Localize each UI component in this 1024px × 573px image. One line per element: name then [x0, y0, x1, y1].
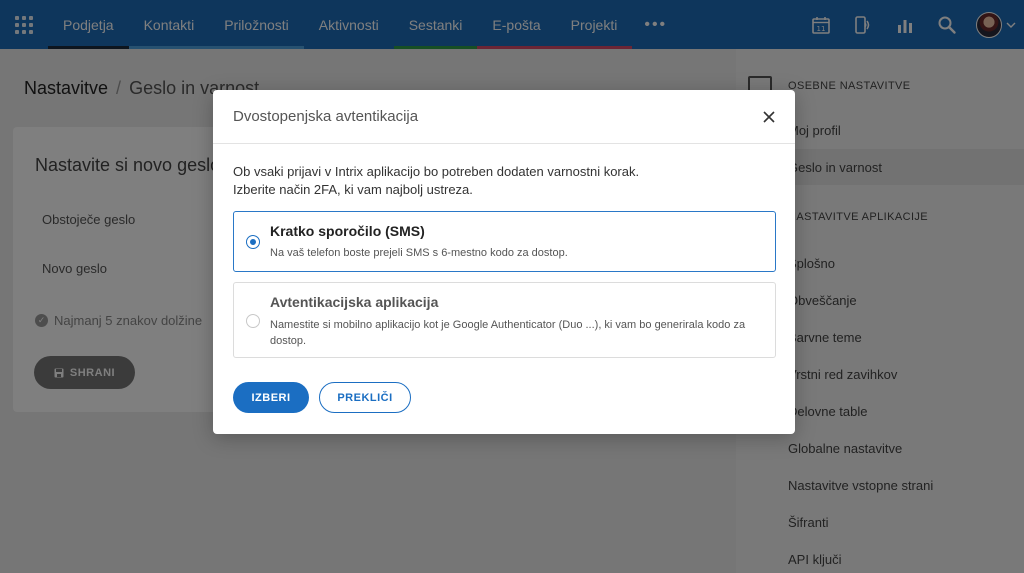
confirm-button[interactable]: IZBERI [233, 382, 309, 413]
option-auth-app-title: Avtentikacijska aplikacija [270, 294, 439, 310]
modal-description: Ob vsaki prijavi v Intrix aplikacijo bo … [233, 164, 640, 197]
radio-auth-app[interactable] [246, 314, 260, 328]
option-auth-app[interactable]: Avtentikacijska aplikacija Namestite si … [233, 282, 776, 358]
cancel-button[interactable]: PREKLIČI [319, 382, 411, 413]
close-button[interactable] [757, 105, 781, 129]
option-sms-description: Na vaš telefon boste prejeli SMS s 6-mes… [270, 247, 568, 259]
option-sms-title: Kratko sporočilo (SMS) [270, 223, 425, 239]
option-sms[interactable]: Kratko sporočilo (SMS) Na vaš telefon bo… [233, 211, 776, 272]
radio-sms[interactable] [246, 235, 260, 249]
modal-header: Dvostopenjska avtentikacija [213, 90, 795, 144]
option-auth-app-description: Namestite si mobilno aplikacijo kot je G… [270, 319, 746, 347]
two-factor-modal: Dvostopenjska avtentikacija Ob vsaki pri… [213, 90, 795, 434]
modal-title: Dvostopenjska avtentikacija [233, 108, 419, 125]
close-icon [763, 111, 775, 123]
